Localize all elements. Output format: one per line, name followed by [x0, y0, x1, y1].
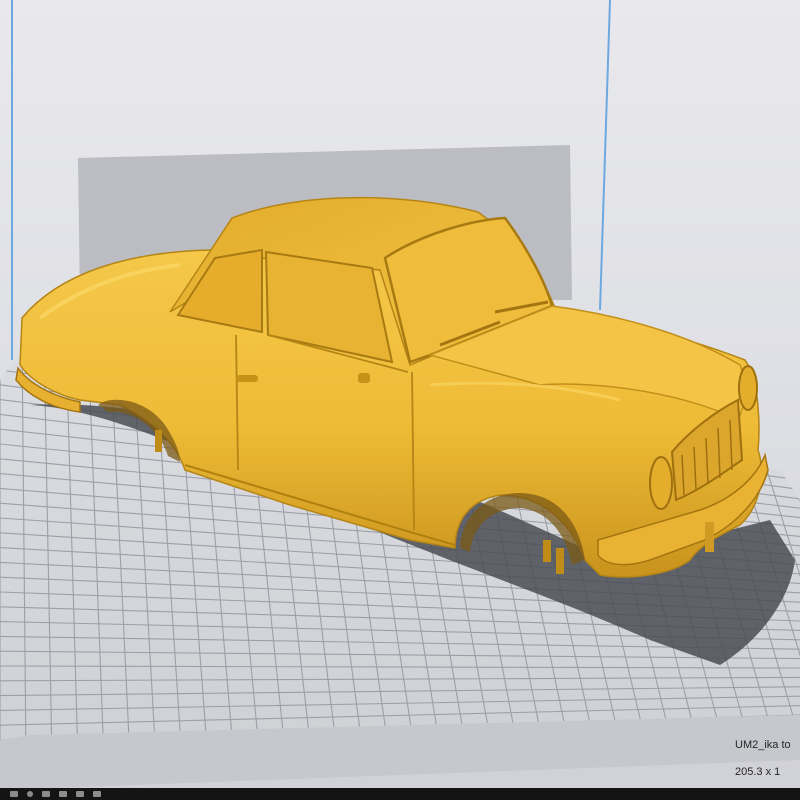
app-icon[interactable] [42, 791, 50, 797]
build-plate-viewport[interactable]: UM2_ika to 205.3 x 1 [0, 0, 800, 800]
app-icon[interactable] [59, 791, 67, 797]
search-icon[interactable] [27, 791, 33, 797]
volume-edge-right [599, 0, 611, 311]
model-dimensions: 205.3 x 1 [735, 766, 781, 778]
app-icon[interactable] [76, 791, 84, 797]
model-name: UM2_ika to [735, 739, 791, 751]
model-info-panel: UM2_ika to 205.3 x 1 [735, 732, 800, 786]
scene [0, 0, 800, 790]
taskbar [0, 788, 800, 800]
app-icon[interactable] [93, 791, 101, 797]
start-icon[interactable] [10, 791, 18, 797]
